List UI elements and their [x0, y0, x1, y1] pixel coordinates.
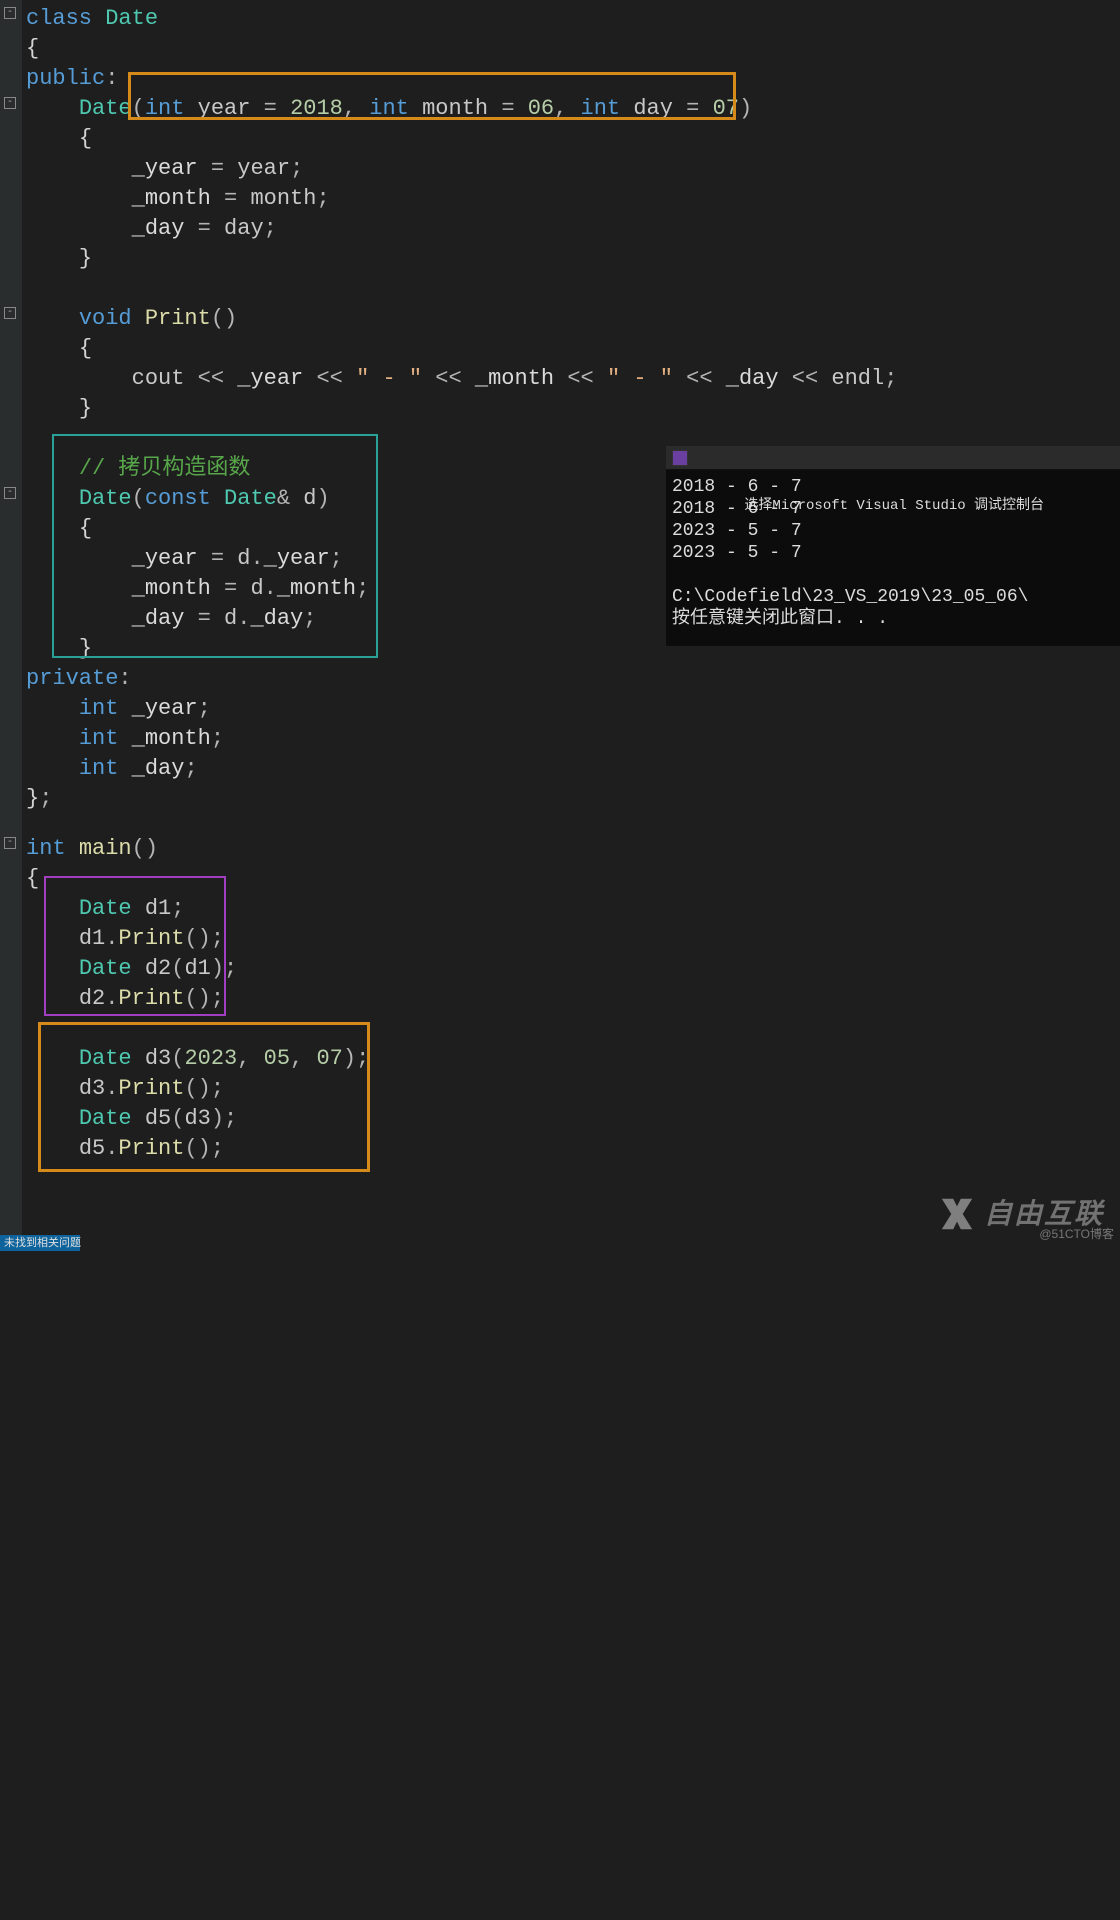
code-line: _month = d._month; — [26, 574, 369, 604]
code-line: Date(const Date& d) — [26, 484, 330, 514]
vs-console-icon — [672, 450, 688, 466]
code-line: cout << _year << " - " << _month << " - … — [26, 364, 897, 394]
code-line: d1.Print(); — [26, 924, 224, 954]
code-line: int _month; — [26, 724, 224, 754]
code-line: Date d3(2023, 05, 07); — [26, 1044, 369, 1074]
fold-marker-icon[interactable]: - — [4, 97, 16, 109]
code-line: Date(int year = 2018, int month = 06, in… — [26, 94, 752, 124]
code-line: d5.Print(); — [26, 1134, 224, 1164]
code-line: int _day; — [26, 754, 198, 784]
code-line: { — [26, 864, 39, 894]
status-bar: 未找到相关问题 — [0, 1235, 80, 1251]
console-body: 2018 - 6 - 7 2018 - 6 - 7 2023 - 5 - 7 2… — [672, 476, 1028, 630]
code-line: void Print() — [26, 304, 237, 334]
code-line: { — [26, 34, 39, 64]
code-line: class Date — [26, 4, 158, 34]
fold-marker-icon[interactable]: - — [4, 837, 16, 849]
code-line: _month = month; — [26, 184, 330, 214]
code-line: private: — [26, 664, 132, 694]
code-line: Date d5(d3); — [26, 1104, 237, 1134]
fold-marker-icon[interactable]: - — [4, 7, 16, 19]
fold-gutter — [0, 0, 22, 1251]
code-line: Date d2(d1); — [26, 954, 237, 984]
code-editor[interactable]: - - - - - class Date { public: Date(int … — [0, 0, 1120, 1251]
fold-marker-icon[interactable]: - — [4, 487, 16, 499]
code-line: d2.Print(); — [26, 984, 224, 1014]
code-line: d3.Print(); — [26, 1074, 224, 1104]
code-line: { — [26, 124, 92, 154]
watermark-subtext: @51CTO博客 — [1039, 1219, 1114, 1249]
code-line: _day = day; — [26, 214, 277, 244]
fold-marker-icon[interactable]: - — [4, 307, 16, 319]
code-line: } — [26, 394, 92, 424]
debug-console-window[interactable]: 选择Microsoft Visual Studio 调试控制台 2018 - 6… — [666, 446, 1120, 646]
code-line: } — [26, 244, 92, 274]
code-line: }; — [26, 784, 52, 814]
code-line: Date d1; — [26, 894, 184, 924]
code-line: int _year; — [26, 694, 211, 724]
console-title-bar[interactable]: 选择Microsoft Visual Studio 调试控制台 — [666, 446, 1120, 470]
code-line: _year = d._year; — [26, 544, 343, 574]
code-line: public: — [26, 64, 118, 94]
code-line: { — [26, 334, 92, 364]
code-line: int main() — [26, 834, 158, 864]
code-line: _day = d._day; — [26, 604, 316, 634]
code-line: // 拷贝构造函数 — [26, 454, 250, 484]
code-line: { — [26, 514, 92, 544]
code-line: _year = year; — [26, 154, 303, 184]
watermark-x-icon — [938, 1195, 976, 1233]
code-line: } — [26, 634, 92, 664]
